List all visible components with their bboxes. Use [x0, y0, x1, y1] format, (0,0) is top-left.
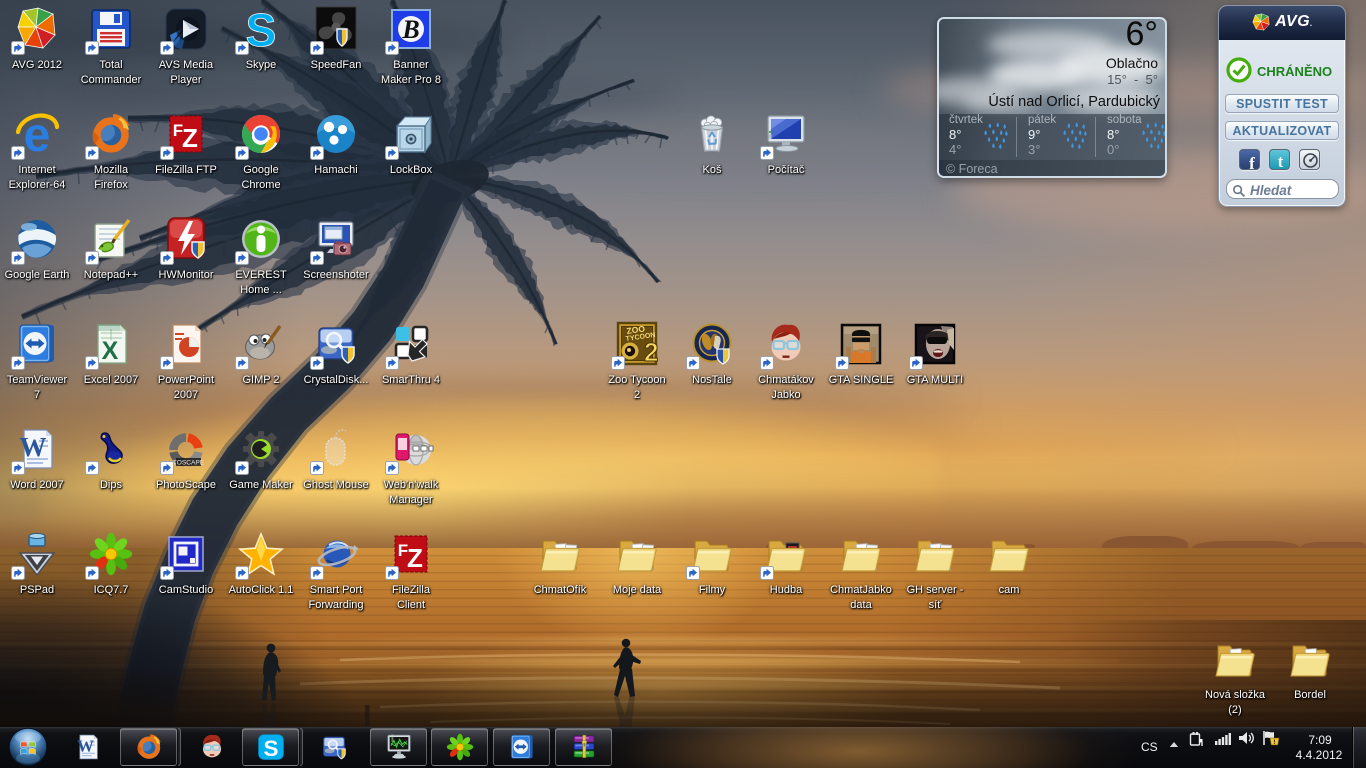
svg-text:B: B — [401, 15, 419, 44]
svg-text:2: 2 — [644, 337, 658, 367]
svg-text:S: S — [263, 736, 278, 761]
svg-text:f: f — [1249, 154, 1255, 171]
svg-text:Z: Z — [407, 543, 423, 573]
svg-text:TOSCAPE: TOSCAPE — [173, 460, 205, 467]
svg-text:X: X — [102, 337, 119, 365]
svg-text:W: W — [77, 736, 94, 755]
svg-text:W: W — [20, 432, 47, 462]
svg-text:S: S — [246, 5, 277, 53]
svg-text:!: ! — [1273, 739, 1275, 746]
svg-text:Z: Z — [182, 123, 198, 153]
svg-text:t: t — [1278, 152, 1284, 171]
